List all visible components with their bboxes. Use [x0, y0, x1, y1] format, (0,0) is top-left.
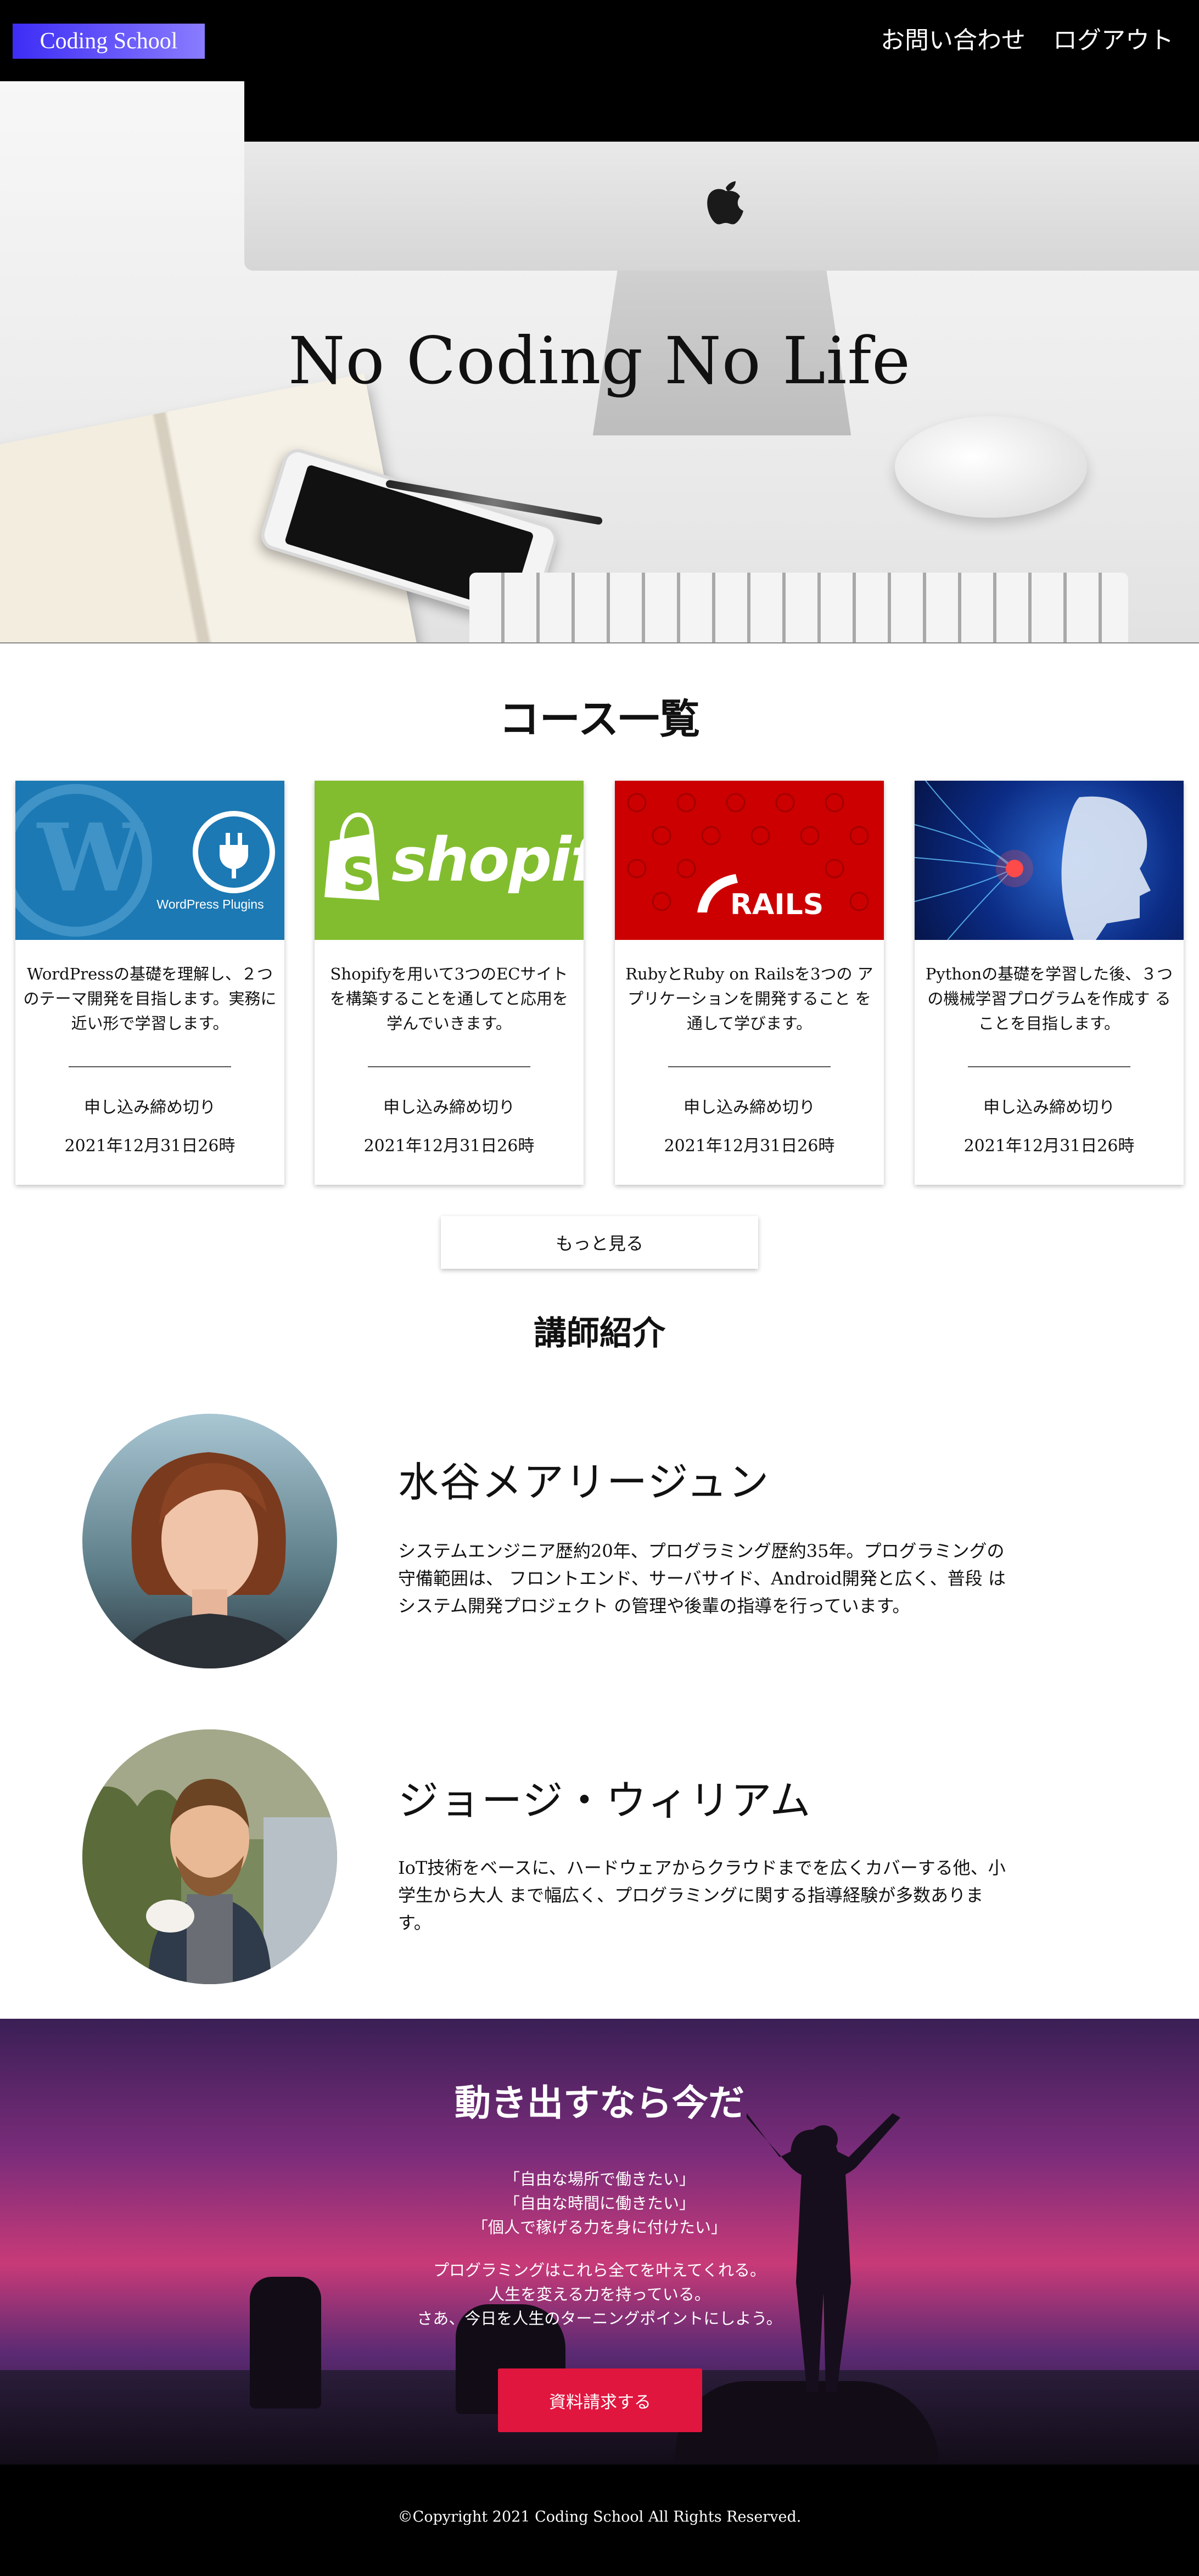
cta-quotes: 「自由な場所で働きたい」 「自由な時間に働きたい」 「個人で稼げる力を身に付けた… — [0, 2167, 1199, 2239]
cta-section: 動き出すなら今だ 「自由な場所で働きたい」 「自由な時間に働きたい」 「個人で稼… — [0, 2019, 1199, 2465]
copyright-text: ©Copyright 2021 Coding School All Rights… — [397, 2508, 802, 2525]
wordpress-thumbnail: W WordPress Plugins — [15, 781, 284, 940]
instructors-title: 講師紹介 — [534, 1314, 665, 1353]
cta-message-line: 人生を変える力を持っている。 — [489, 2285, 710, 2304]
instructor-bio: IoT技術をベースに、ハードウェアからクラウドまでを広くカバーする他、小学生から… — [398, 1857, 1006, 1933]
course-description: RubyとRuby on Railsを3つの アプリケーションを開発すること を… — [625, 965, 873, 1033]
apple-logo-icon — [707, 181, 743, 225]
cta-message-line: さあ、今日を人生のターニングポイントにしよう。 — [417, 2309, 782, 2328]
shopify-thumbnail: S shopify — [315, 781, 584, 940]
shopify-wordmark: shopify — [391, 825, 584, 895]
ai-thumbnail — [915, 781, 1184, 940]
divider — [668, 1066, 831, 1067]
divider — [69, 1066, 231, 1067]
deadline-date: 2021年12月31日26時 — [363, 1136, 535, 1156]
instructor-name: ジョージ・ウィリアム — [398, 1777, 812, 1824]
site-header: Coding School お問い合わせ ログアウト — [0, 0, 1199, 81]
cta-person-silhouette-icon — [747, 2113, 900, 2392]
deadline-label: 申し込み締め切り — [683, 1098, 815, 1117]
deadline-date: 2021年12月31日26時 — [64, 1136, 236, 1156]
cta-quote: 「個人で稼げる力を身に付けたい」 — [472, 2218, 727, 2237]
cta-message-line: プログラミングはこれら全てを叶えてくれる。 — [433, 2261, 766, 2280]
instructor-avatar — [82, 1414, 337, 1668]
course-card[interactable]: Pythonの基礎を学習した後、３つの機械学習プログラムを作成す ることを目指し… — [915, 781, 1184, 1185]
deadline-label: 申し込み締め切り — [84, 1098, 216, 1117]
wordpress-plugins-label: WordPress Plugins — [156, 897, 264, 911]
nav-contact-link[interactable]: お問い合わせ — [881, 23, 1026, 58]
deadline-date: 2021年12月31日26時 — [963, 1136, 1135, 1156]
rails-thumbnail: RAILS — [615, 781, 884, 940]
cta-quote: 「自由な場所で働きたい」 — [503, 2170, 695, 2188]
wordpress-logo-icon: W — [15, 784, 275, 937]
hero-banner: No Coding No Life — [0, 81, 1199, 643]
course-description: Pythonの基礎を学習した後、３つの機械学習プログラムを作成す ることを目指し… — [925, 965, 1173, 1033]
hero-mouse-image — [895, 416, 1087, 518]
instructor-avatar — [82, 1729, 337, 1984]
course-card[interactable]: S shopify Shopifyを用いて3つのECサイト を構築することを通し… — [315, 781, 584, 1185]
header-nav: お問い合わせ ログアウト — [881, 23, 1174, 58]
courses-title: コース一覧 — [498, 696, 701, 743]
site-logo[interactable]: Coding School — [13, 24, 205, 59]
course-card[interactable]: RAILS RubyとRuby on Railsを3つの アプリケーションを開発… — [615, 781, 884, 1185]
hero-title: No Coding No Life — [288, 323, 911, 399]
see-more-button[interactable]: もっと見る — [441, 1216, 758, 1269]
cta-title: 動き出すなら今だ — [455, 2081, 744, 2124]
rails-wordmark: RAILS — [730, 888, 824, 921]
divider — [368, 1066, 530, 1067]
svg-text:S: S — [342, 848, 376, 901]
nav-logout-link[interactable]: ログアウト — [1053, 23, 1174, 58]
request-materials-button[interactable]: 資料請求する — [498, 2368, 702, 2432]
cta-quote: 「自由な時間に働きたい」 — [503, 2194, 695, 2213]
svg-text:W: W — [36, 803, 143, 913]
hero-keyboard-image — [469, 573, 1128, 642]
divider — [968, 1066, 1130, 1067]
deadline-label: 申し込み締め切り — [983, 1098, 1115, 1117]
course-description: WordPressの基礎を理解し、２つのテーマ開発を目指します。実務に近い形で学… — [23, 965, 277, 1033]
deadline-label: 申し込み締め切り — [383, 1098, 515, 1117]
instructor-bio: システムエンジニア歴約20年、プログラミング歴約35年。プログラミングの守備範囲… — [398, 1541, 1006, 1616]
cta-rock-image — [675, 2381, 939, 2463]
instructor-name: 水谷メアリージュン — [398, 1459, 770, 1506]
site-footer: ©Copyright 2021 Coding School All Rights… — [0, 2465, 1199, 2576]
course-description: Shopifyを用いて3つのECサイト を構築することを通してと応用を 学んでい… — [329, 965, 569, 1033]
cta-message: プログラミングはこれら全てを叶えてくれる。 人生を変える力を持っている。 さあ、… — [0, 2258, 1199, 2331]
ai-head-icon — [915, 781, 1151, 940]
deadline-date: 2021年12月31日26時 — [664, 1136, 835, 1156]
course-card[interactable]: W WordPress Plugins WordPressの基礎を理解し、２つの… — [15, 781, 284, 1185]
